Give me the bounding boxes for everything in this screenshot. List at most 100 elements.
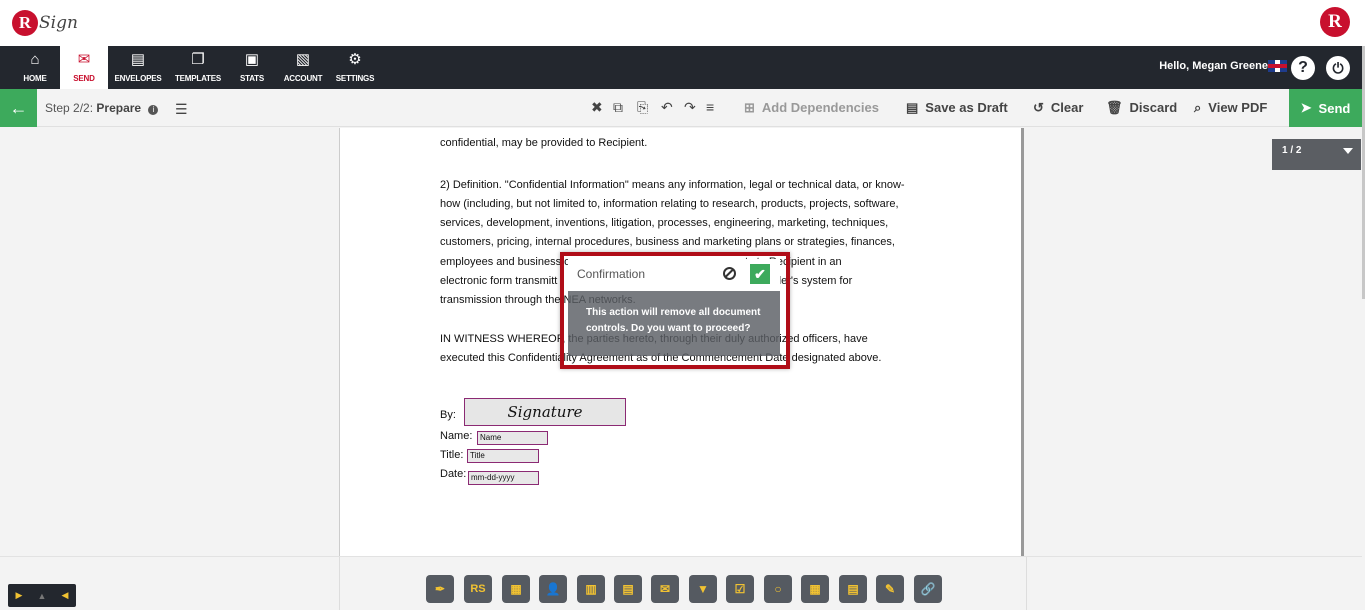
caret-down-icon xyxy=(1343,148,1353,154)
nav-stats[interactable]: ▣ STATS xyxy=(230,46,274,89)
text-control-icon[interactable]: ▤ xyxy=(839,575,867,603)
stamp-control-icon[interactable]: ▦ xyxy=(502,575,530,603)
gear-icon: ⚙ xyxy=(348,51,362,68)
page-indicator: 1 / 2 xyxy=(1282,145,1302,156)
doc-line: 2) Definition. "Confidential Information… xyxy=(440,179,905,191)
nav-settings-label: SETTINGS xyxy=(335,74,375,83)
briefcase-icon: ▣ xyxy=(244,51,260,68)
radio-control-icon[interactable]: ○ xyxy=(764,575,792,603)
next-page-icon[interactable]: ▶ xyxy=(16,590,23,601)
paste-icon[interactable]: ⎘ xyxy=(637,99,648,116)
send-button[interactable]: ➤ Send xyxy=(1289,89,1362,127)
nav-account[interactable]: ▧ ACCOUNT xyxy=(278,46,328,89)
undo-icon[interactable]: ↶ xyxy=(661,99,673,116)
info-icon[interactable]: i xyxy=(148,105,159,115)
nav-home-label: HOME xyxy=(23,74,47,83)
uk-flag-icon[interactable] xyxy=(1268,60,1287,72)
nav-send[interactable]: ✉ SEND xyxy=(60,46,108,89)
discard-label: Discard xyxy=(1129,100,1178,115)
reset-icon: ↺ xyxy=(1033,100,1044,115)
nav-stats-label: STATS xyxy=(239,74,265,83)
checkbox-control-icon[interactable]: ☑ xyxy=(726,575,754,603)
doc-line: confidential, may be provided to Recipie… xyxy=(440,137,648,149)
prepare-toolbar: ← Step 2/2: Prepare i ☰ ✖ ⧉ ⎘ ↶ ↷ ≡ ⊞ Add… xyxy=(0,89,1362,127)
trash-icon: 🗑 xyxy=(1106,100,1123,115)
close-icon[interactable]: ✖ xyxy=(591,99,603,116)
clear-label: Clear xyxy=(1050,100,1084,115)
name-field[interactable]: Name xyxy=(477,431,548,445)
nav-send-label: SEND xyxy=(73,74,95,83)
nav-templates-label: TEMPLATES xyxy=(174,74,222,83)
view-pdf-label: View PDF xyxy=(1208,100,1268,115)
rpost-logo: R xyxy=(1320,7,1350,37)
send-label: Send xyxy=(1318,100,1351,116)
label-control-icon[interactable]: ✎ xyxy=(876,575,904,603)
user-greeting: Hello, Megan Greene xyxy=(1159,60,1268,72)
dialog-header: Confirmation ✔ xyxy=(568,259,780,291)
initials-control-icon[interactable]: RS xyxy=(464,575,492,603)
cancel-icon[interactable] xyxy=(723,267,736,280)
name-control-icon[interactable]: 👤 xyxy=(539,575,567,603)
email-control-icon[interactable]: ✉ xyxy=(651,575,679,603)
account-icon: ▧ xyxy=(295,51,311,68)
redo-icon[interactable]: ↷ xyxy=(684,99,696,116)
align-icon[interactable]: ≡ xyxy=(706,99,714,115)
name-label: Name: xyxy=(440,430,473,442)
envelope-icon: ✉ xyxy=(77,51,91,68)
nav-home[interactable]: ⌂ HOME xyxy=(10,46,60,89)
view-pdf-button[interactable]: ⌕ View PDF xyxy=(1194,100,1267,116)
templates-icon: ❐ xyxy=(191,51,205,68)
add-dependencies-label: Add Dependencies xyxy=(761,100,879,115)
control-palette: ✒ RS ▦ 👤 ▥ ▤ ✉ ▼ ☑ ○ ▦ ▤ ✎ 🔗 xyxy=(339,557,1027,610)
inbox-icon: ▤ xyxy=(130,51,146,68)
title-field[interactable]: Title xyxy=(467,449,539,463)
prev-page-icon[interactable]: ◀ xyxy=(62,590,69,601)
date-label: Date: xyxy=(440,468,467,480)
main-nav: ⌂ HOME ✉ SEND ▤ ENVELOPES ❐ TEMPLATES ▣ … xyxy=(0,46,1362,89)
clear-button[interactable]: ↺ Clear xyxy=(1033,100,1083,116)
power-icon[interactable]: ⏻ xyxy=(1326,56,1350,80)
company-control-icon[interactable]: ▥ xyxy=(577,575,605,603)
copy-icon[interactable]: ⧉ xyxy=(613,99,623,116)
date-field[interactable]: mm-dd-yyyy xyxy=(468,471,539,485)
step-prefix: Step 2/2: xyxy=(45,101,94,115)
home-icon: ⌂ xyxy=(30,51,40,68)
date-control-icon[interactable]: ▦ xyxy=(801,575,829,603)
page-selector[interactable]: 1 / 2 xyxy=(1272,139,1361,170)
nav-envelopes[interactable]: ▤ ENVELOPES xyxy=(110,46,166,89)
confirmation-dialog: Confirmation ✔ This action will remove a… xyxy=(568,259,780,356)
save-draft-button[interactable]: ▤ Save as Draft xyxy=(906,100,1008,116)
sitemap-icon: ⊞ xyxy=(744,100,755,115)
back-button[interactable]: ← xyxy=(0,89,37,127)
title-control-icon[interactable]: ▤ xyxy=(614,575,642,603)
file-icon: ▤ xyxy=(906,100,919,115)
nav-envelopes-label: ENVELOPES xyxy=(114,74,162,83)
search-icon: ⌕ xyxy=(1194,100,1202,115)
doc-line: customers, pricing, internal procedures,… xyxy=(440,236,895,248)
signature-control-icon[interactable]: ✒ xyxy=(426,575,454,603)
nav-settings[interactable]: ⚙ SETTINGS xyxy=(332,46,378,89)
by-label: By: xyxy=(440,409,456,421)
nav-templates[interactable]: ❐ TEMPLATES xyxy=(170,46,226,89)
page-navigator: ▶ ▲ ◀ xyxy=(8,584,76,607)
rsign-logo[interactable]: R Sign xyxy=(12,6,78,40)
step-name: Prepare xyxy=(96,101,142,115)
help-icon[interactable]: ? xyxy=(1291,56,1315,80)
dropdown-control-icon[interactable]: ▼ xyxy=(689,575,717,603)
step-indicator: Step 2/2: Prepare i xyxy=(45,101,159,115)
list-icon[interactable]: ☰ xyxy=(175,101,188,118)
controls-footer: ▶ ▲ ◀ ✒ RS ▦ 👤 ▥ ▤ ✉ ▼ ☑ ○ ▦ ▤ ✎ 🔗 xyxy=(0,556,1362,610)
dialog-message: This action will remove all document con… xyxy=(586,307,761,334)
signature-field[interactable]: Signature xyxy=(464,398,626,426)
doc-line: how (including, but not limited to, info… xyxy=(440,198,899,210)
hyperlink-control-icon[interactable]: 🔗 xyxy=(914,575,942,603)
logo-mark: R xyxy=(12,10,38,36)
confirm-button[interactable]: ✔ xyxy=(750,264,770,284)
up-icon[interactable]: ▲ xyxy=(38,591,47,601)
dialog-title: Confirmation xyxy=(577,267,646,281)
discard-button[interactable]: 🗑 Discard xyxy=(1106,100,1177,116)
doc-line: services, development, inventions, litig… xyxy=(440,217,889,229)
add-dependencies-button[interactable]: ⊞ Add Dependencies xyxy=(744,100,879,116)
nav-account-label: ACCOUNT xyxy=(283,74,323,83)
logo-text: Sign xyxy=(39,13,78,33)
